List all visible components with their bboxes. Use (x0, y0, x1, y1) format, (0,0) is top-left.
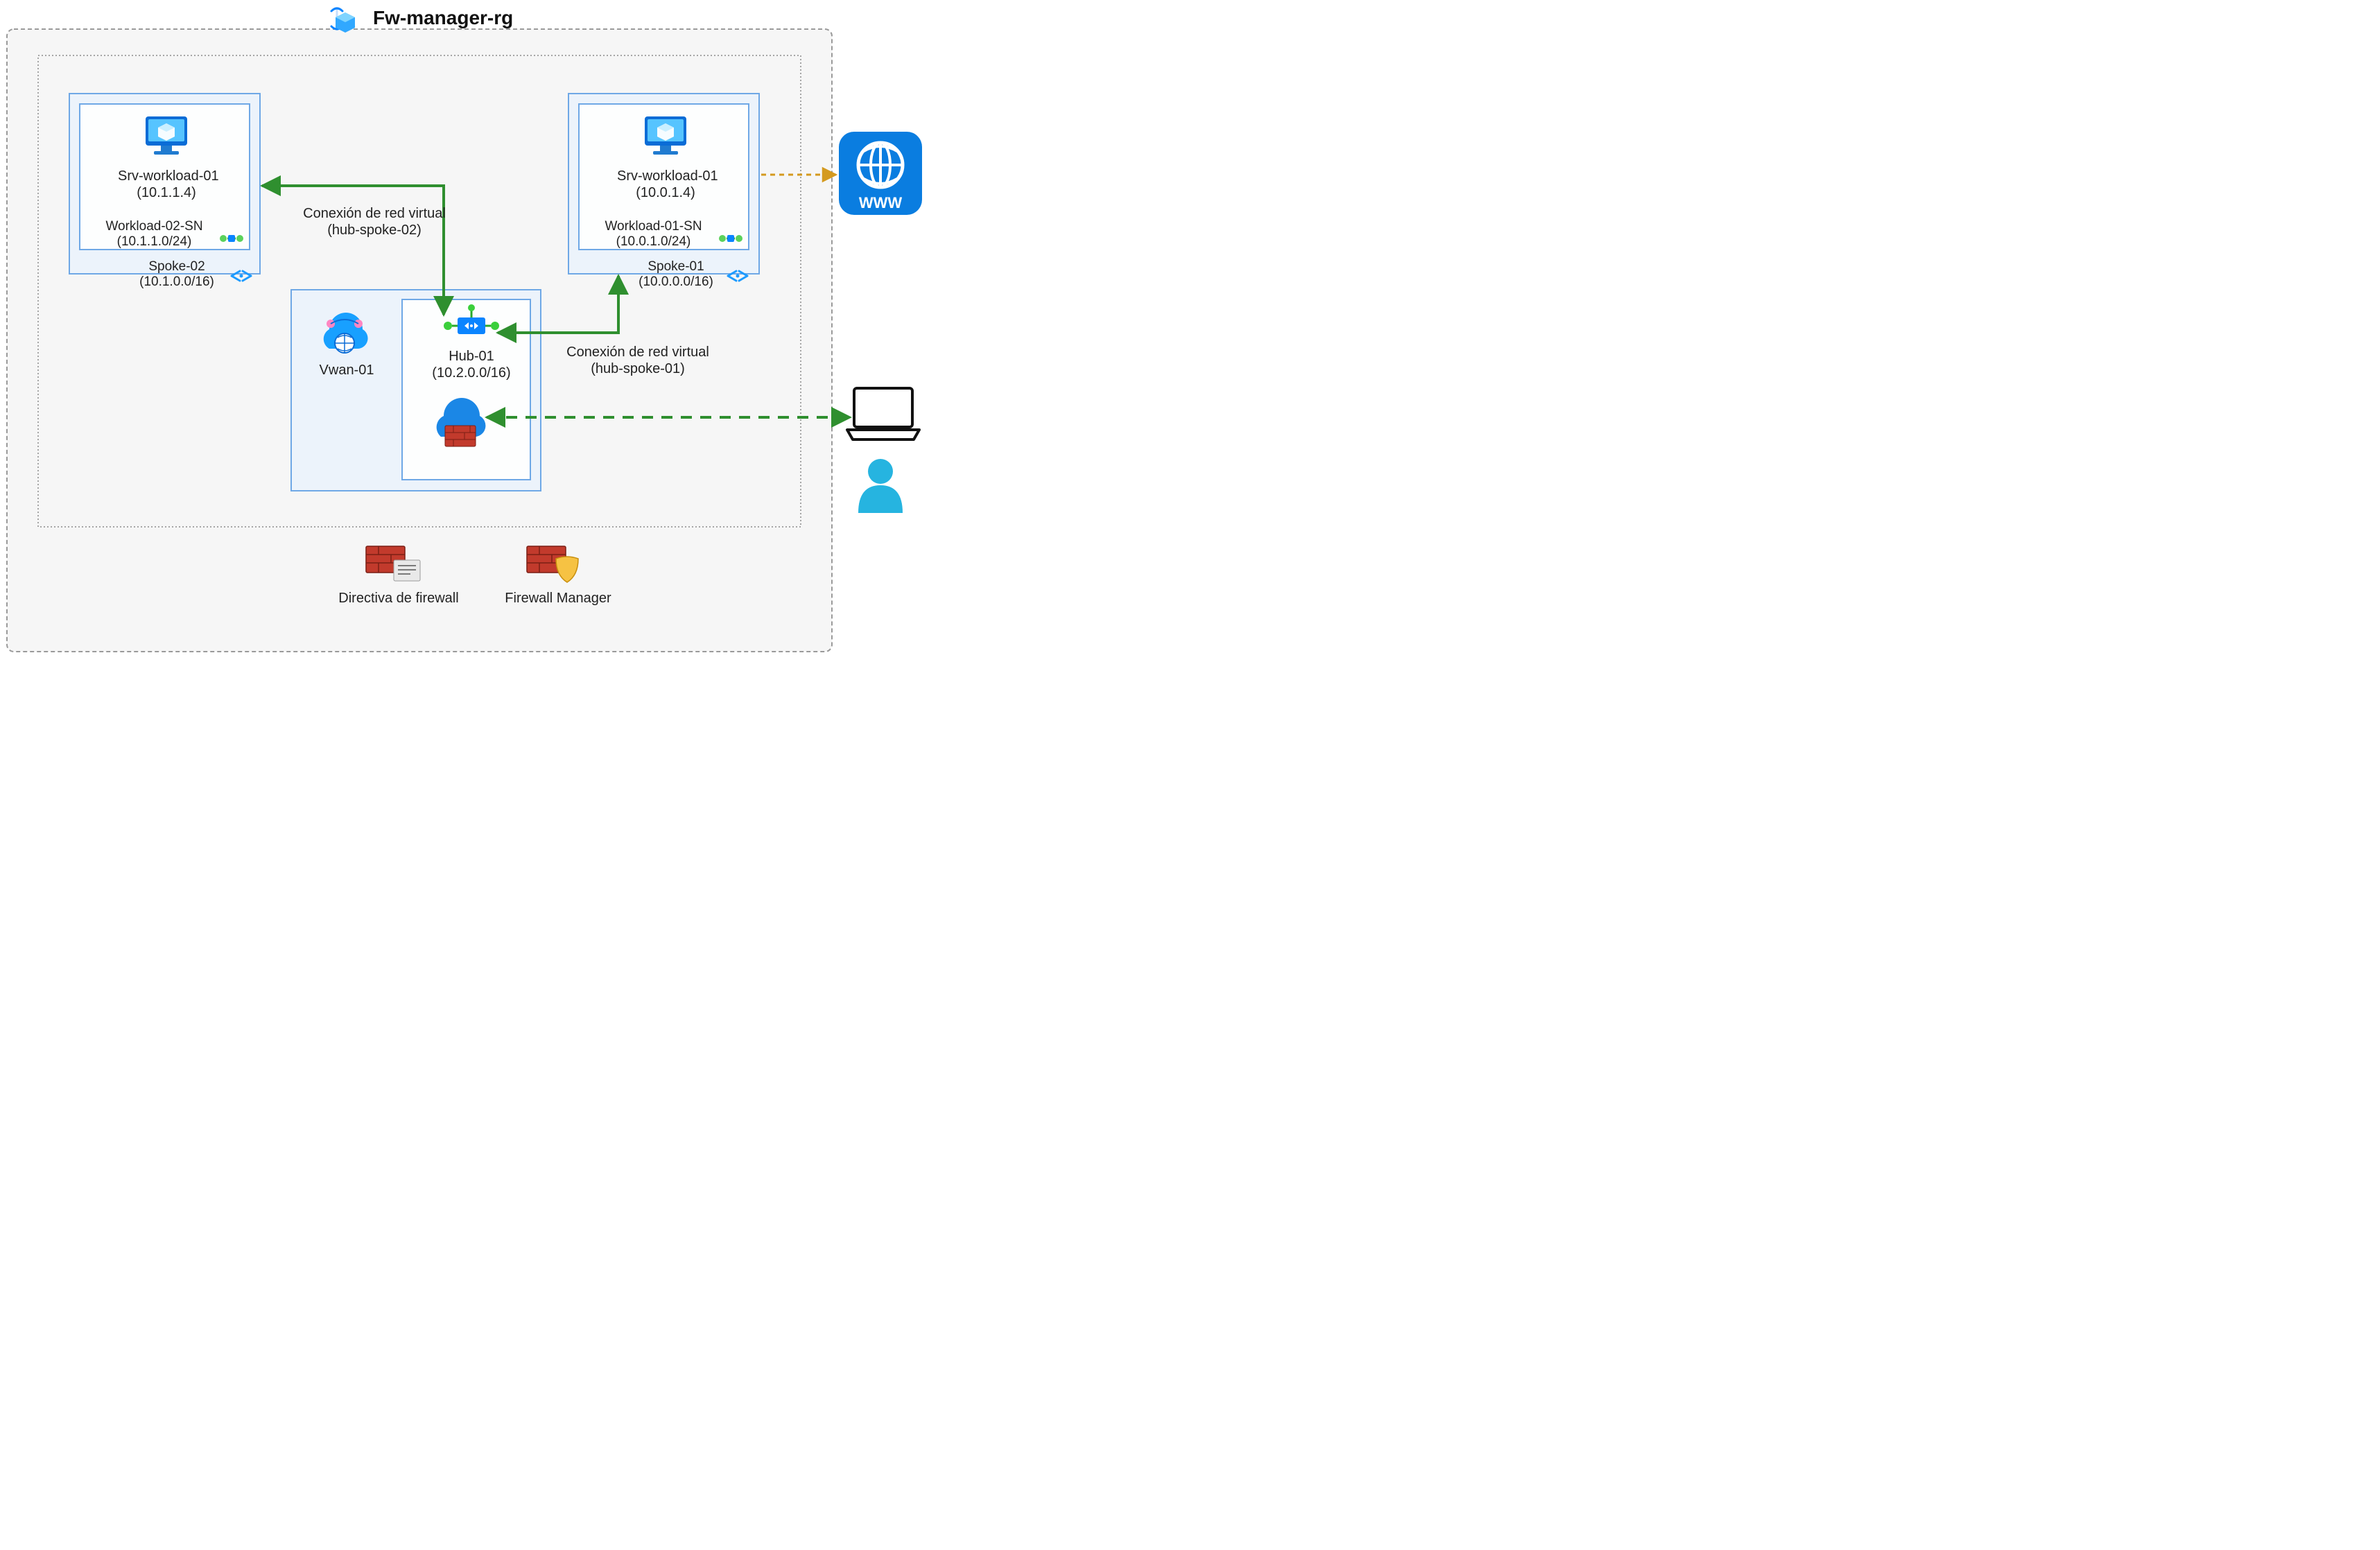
spoke02-vm-name: Srv-workload-01 (118, 168, 215, 184)
vm-icon-spoke02 (146, 116, 187, 155)
vnet-icon-subnet-spoke01 (719, 235, 742, 242)
vnet-icon-spoke02 (232, 271, 251, 281)
spoke01-vm-name: Srv-workload-01 (617, 168, 714, 184)
spoke01-subnet-cidr: (10.0.1.0/24) (593, 234, 714, 250)
vm-icon-spoke01 (645, 116, 686, 155)
hub-cidr: (10.2.0.0/16) (423, 365, 520, 381)
azure-firewall-icon (437, 398, 486, 446)
spoke02-subnet-name: Workload-02-SN (94, 219, 215, 235)
firewall-manager-icon (527, 546, 578, 582)
diagram-stage: WWW (0, 0, 1012, 659)
spoke02-vm-ip: (10.1.1.4) (118, 184, 215, 201)
www-icon: WWW (839, 132, 922, 215)
resource-group-icon (331, 8, 355, 33)
spoke02-vnet-name: Spoke-02 (128, 259, 225, 275)
hub-name: Hub-01 (423, 348, 520, 365)
spoke02-subnet-cidr: (10.1.1.0/24) (94, 234, 215, 250)
laptop-icon (847, 388, 919, 439)
virtual-hub-icon (444, 304, 499, 334)
spoke01-vnet-name: Spoke-01 (627, 259, 724, 275)
arrow-hub-spoke-01 (498, 276, 618, 333)
spoke02-vnet-cidr: (10.1.0.0/16) (128, 275, 225, 290)
vwan-name: Vwan-01 (312, 362, 381, 378)
spoke01-vnet-cidr: (10.0.0.0/16) (627, 275, 724, 290)
hub-rect (402, 299, 530, 480)
spoke01-vm-ip: (10.0.1.4) (617, 184, 714, 201)
conn02-label-line2: (hub-spoke-02) (298, 222, 451, 238)
vnet-icon-spoke01 (728, 271, 747, 281)
inner-dotted-rect (38, 55, 801, 527)
conn02-label-line1: Conexión de red virtual (298, 205, 451, 222)
spoke01-subnet-name: Workload-01-SN (593, 219, 714, 235)
legend-policy-label: Directiva de firewall (333, 591, 464, 607)
legend-manager-label: Firewall Manager (499, 591, 617, 607)
vwan-icon (324, 313, 368, 353)
arrows-layer (0, 0, 1012, 659)
www-label-text: WWW (859, 194, 903, 211)
user-icon (858, 459, 903, 513)
vwan-rect (291, 290, 541, 491)
shapes-layer: WWW (0, 0, 1012, 659)
conn01-label-line2: (hub-spoke-01) (562, 360, 714, 377)
diagram-title: Fw-manager-rg (373, 7, 513, 29)
resource-group-rect (7, 29, 832, 652)
firewall-policy-icon (366, 546, 420, 581)
vnet-icon-subnet-spoke02 (220, 235, 243, 242)
conn01-label-line1: Conexión de red virtual (562, 344, 714, 360)
